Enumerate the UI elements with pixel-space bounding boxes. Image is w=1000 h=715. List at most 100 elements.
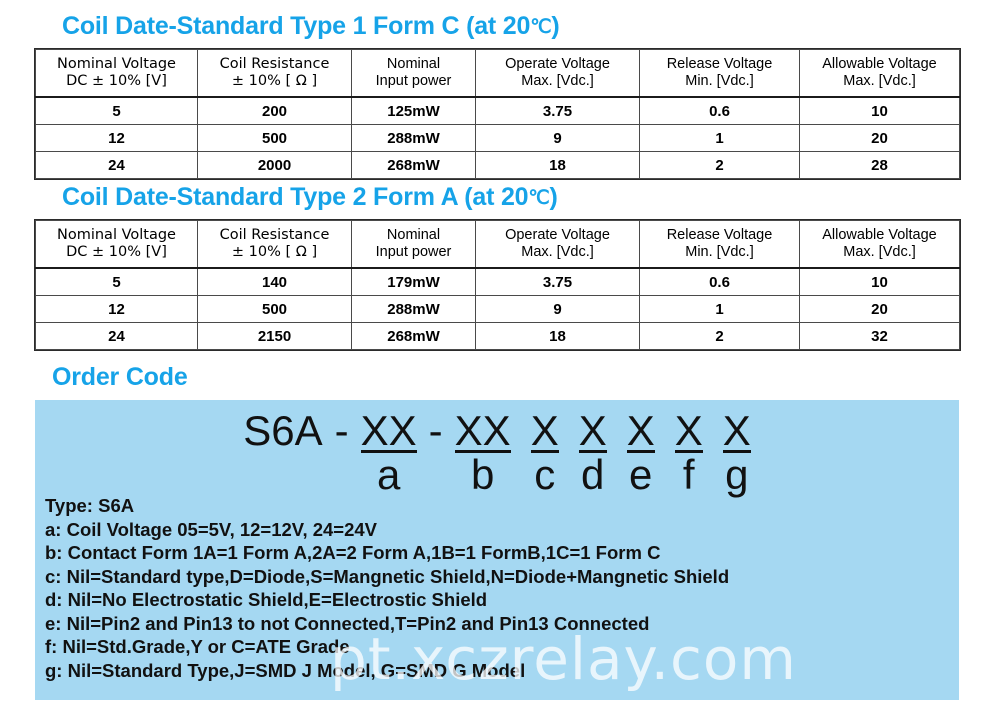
segment-label: f	[674, 450, 703, 497]
header-line-2: Input power	[375, 73, 452, 89]
cell-coil-resistance: 2150	[197, 322, 352, 350]
cell-nominal-input-power: 125mW	[351, 96, 476, 125]
cell-release-voltage: 1	[639, 295, 800, 323]
header-line-1: Nominal	[386, 227, 441, 243]
segment-label: g	[722, 450, 751, 497]
table-row: 5 140 179mW 3.75 0.6 10	[35, 267, 960, 296]
cell-allowable-voltage: 20	[799, 124, 960, 152]
header-line-2: DC ± 10% [V]	[66, 73, 167, 89]
header-line-1: Allowable Voltage	[822, 227, 937, 243]
cell-allowable-voltage: 20	[799, 295, 960, 323]
cell-nominal-input-power: 268mW	[351, 322, 476, 350]
header-line-2: ± 10% [ Ω ]	[231, 73, 318, 89]
table-1-title-unit: ℃	[530, 17, 552, 38]
cell-nominal-voltage: 12	[35, 295, 198, 323]
header-line-2: Max. [Vdc.]	[843, 244, 916, 260]
cell-operate-voltage: 3.75	[475, 267, 640, 296]
header-line-1: Release Voltage	[666, 56, 773, 72]
cell-release-voltage: 2	[639, 322, 800, 350]
segment-value: X	[722, 407, 751, 454]
segment-label: c	[530, 450, 559, 497]
header-line-1: Allowable Voltage	[822, 56, 937, 72]
column-header-coil-resistance: Coil Resistance ± 10% [ Ω ]	[197, 220, 352, 269]
header-line-1: Operate Voltage	[505, 227, 610, 243]
header-line-2: Max. [Vdc.]	[521, 244, 594, 260]
header-line-2: Max. [Vdc.]	[843, 73, 916, 89]
cell-nominal-voltage: 24	[35, 151, 198, 179]
order-code-segment-d: Xd	[578, 407, 607, 497]
cell-release-voltage: 0.6	[639, 96, 800, 125]
legend-line-b: b: Contact Form 1A=1 Form A,2A=2 Form A,…	[45, 542, 661, 563]
order-code-segment-g: Xg	[722, 407, 751, 497]
table-1-title-text: Coil Date-Standard Type 1 Form C (at 20	[62, 12, 531, 40]
table-2-title-unit: ℃	[528, 188, 550, 209]
header-line-1: Coil Resistance	[219, 56, 330, 72]
cell-release-voltage: 0.6	[639, 267, 800, 296]
order-code-segment-b: XX b	[454, 407, 511, 497]
cell-operate-voltage: 9	[475, 124, 640, 152]
cell-allowable-voltage: 28	[799, 151, 960, 179]
segment-label: b	[454, 450, 511, 497]
table-row: 5 200 125mW 3.75 0.6 10	[35, 96, 960, 125]
segment-label: a	[360, 450, 417, 497]
cell-nominal-voltage: 24	[35, 322, 198, 350]
column-header-release-voltage: Release Voltage Min. [Vdc.]	[639, 220, 800, 269]
column-header-allowable-voltage: Allowable Voltage Max. [Vdc.]	[799, 220, 960, 269]
cell-nominal-input-power: 288mW	[351, 295, 476, 323]
cell-release-voltage: 2	[639, 151, 800, 179]
legend-line-a: a: Coil Voltage 05=5V, 12=12V, 24=24V	[45, 518, 378, 540]
cell-coil-resistance: 500	[197, 124, 352, 152]
table-header-row: Nominal Voltage DC ± 10% [V] Coil Resist…	[35, 220, 960, 269]
table-row: 24 2150 268mW 18 2 32	[35, 322, 960, 350]
table-1-title: Coil Date-Standard Type 1 Form C (at 20℃…	[62, 12, 560, 41]
header-line-2: ± 10% [ Ω ]	[231, 244, 318, 260]
cell-nominal-voltage: 5	[35, 267, 198, 296]
table-header-row: Nominal Voltage DC ± 10% [V] Coil Resist…	[35, 49, 960, 98]
cell-operate-voltage: 18	[475, 151, 640, 179]
table-row: 24 2000 268mW 18 2 28	[35, 151, 960, 179]
cell-nominal-input-power: 179mW	[351, 267, 476, 296]
header-line-2: Min. [Vdc.]	[685, 244, 754, 260]
header-line-2: Input power	[375, 244, 452, 260]
column-header-nominal-voltage: Nominal Voltage DC ± 10% [V]	[35, 49, 198, 98]
header-line-2: Max. [Vdc.]	[521, 73, 594, 89]
order-code-segment-a: XX a	[360, 408, 417, 497]
cell-allowable-voltage: 10	[799, 267, 960, 296]
table-1-title-suffix: )	[551, 12, 560, 40]
cell-allowable-voltage: 10	[799, 96, 960, 125]
segment-value: X	[530, 407, 559, 454]
segment-value: X	[578, 407, 607, 454]
column-header-nominal-input-power: Nominal Input power	[351, 220, 476, 269]
cell-coil-resistance: 200	[197, 96, 352, 125]
column-header-release-voltage: Release Voltage Min. [Vdc.]	[639, 49, 800, 98]
cell-release-voltage: 1	[639, 124, 800, 152]
column-header-allowable-voltage: Allowable Voltage Max. [Vdc.]	[799, 49, 960, 98]
cell-operate-voltage: 3.75	[475, 96, 640, 125]
order-code-dash-1: -	[334, 407, 349, 454]
cell-nominal-voltage: 12	[35, 124, 198, 152]
legend-line-g: g: Nil=Standard Type,J=SMD J Model, G=SM…	[45, 659, 526, 681]
table-2-title-text: Coil Date-Standard Type 2 Form A (at 20	[62, 183, 529, 211]
legend-line-c: c: Nil=Standard type,D=Diode,S=Mangnetic…	[45, 565, 730, 587]
column-header-nominal-voltage: Nominal Voltage DC ± 10% [V]	[35, 220, 198, 269]
segment-value: X	[626, 407, 655, 454]
coil-data-table-type-1: Nominal Voltage DC ± 10% [V] Coil Resist…	[35, 49, 960, 179]
table-row: 12 500 288mW 9 1 20	[35, 295, 960, 323]
cell-coil-resistance: 500	[197, 295, 352, 323]
header-line-1: Coil Resistance	[219, 227, 330, 243]
cell-operate-voltage: 9	[475, 295, 640, 323]
cell-allowable-voltage: 32	[799, 322, 960, 350]
coil-data-table-type-2: Nominal Voltage DC ± 10% [V] Coil Resist…	[35, 220, 960, 350]
header-line-1: Nominal Voltage	[57, 56, 176, 72]
cell-nominal-input-power: 268mW	[351, 151, 476, 179]
cell-coil-resistance: 140	[197, 267, 352, 296]
column-header-nominal-input-power: Nominal Input power	[351, 49, 476, 98]
cell-coil-resistance: 2000	[197, 151, 352, 179]
order-code-dash-2: -	[428, 407, 443, 454]
segment-value: XX	[454, 407, 511, 454]
cell-nominal-voltage: 5	[35, 96, 198, 125]
table-2-title: Coil Date-Standard Type 2 Form A (at 20℃…	[62, 183, 558, 212]
header-line-1: Nominal	[386, 56, 441, 72]
column-header-operate-voltage: Operate Voltage Max. [Vdc.]	[475, 49, 640, 98]
column-header-coil-resistance: Coil Resistance ± 10% [ Ω ]	[197, 49, 352, 98]
